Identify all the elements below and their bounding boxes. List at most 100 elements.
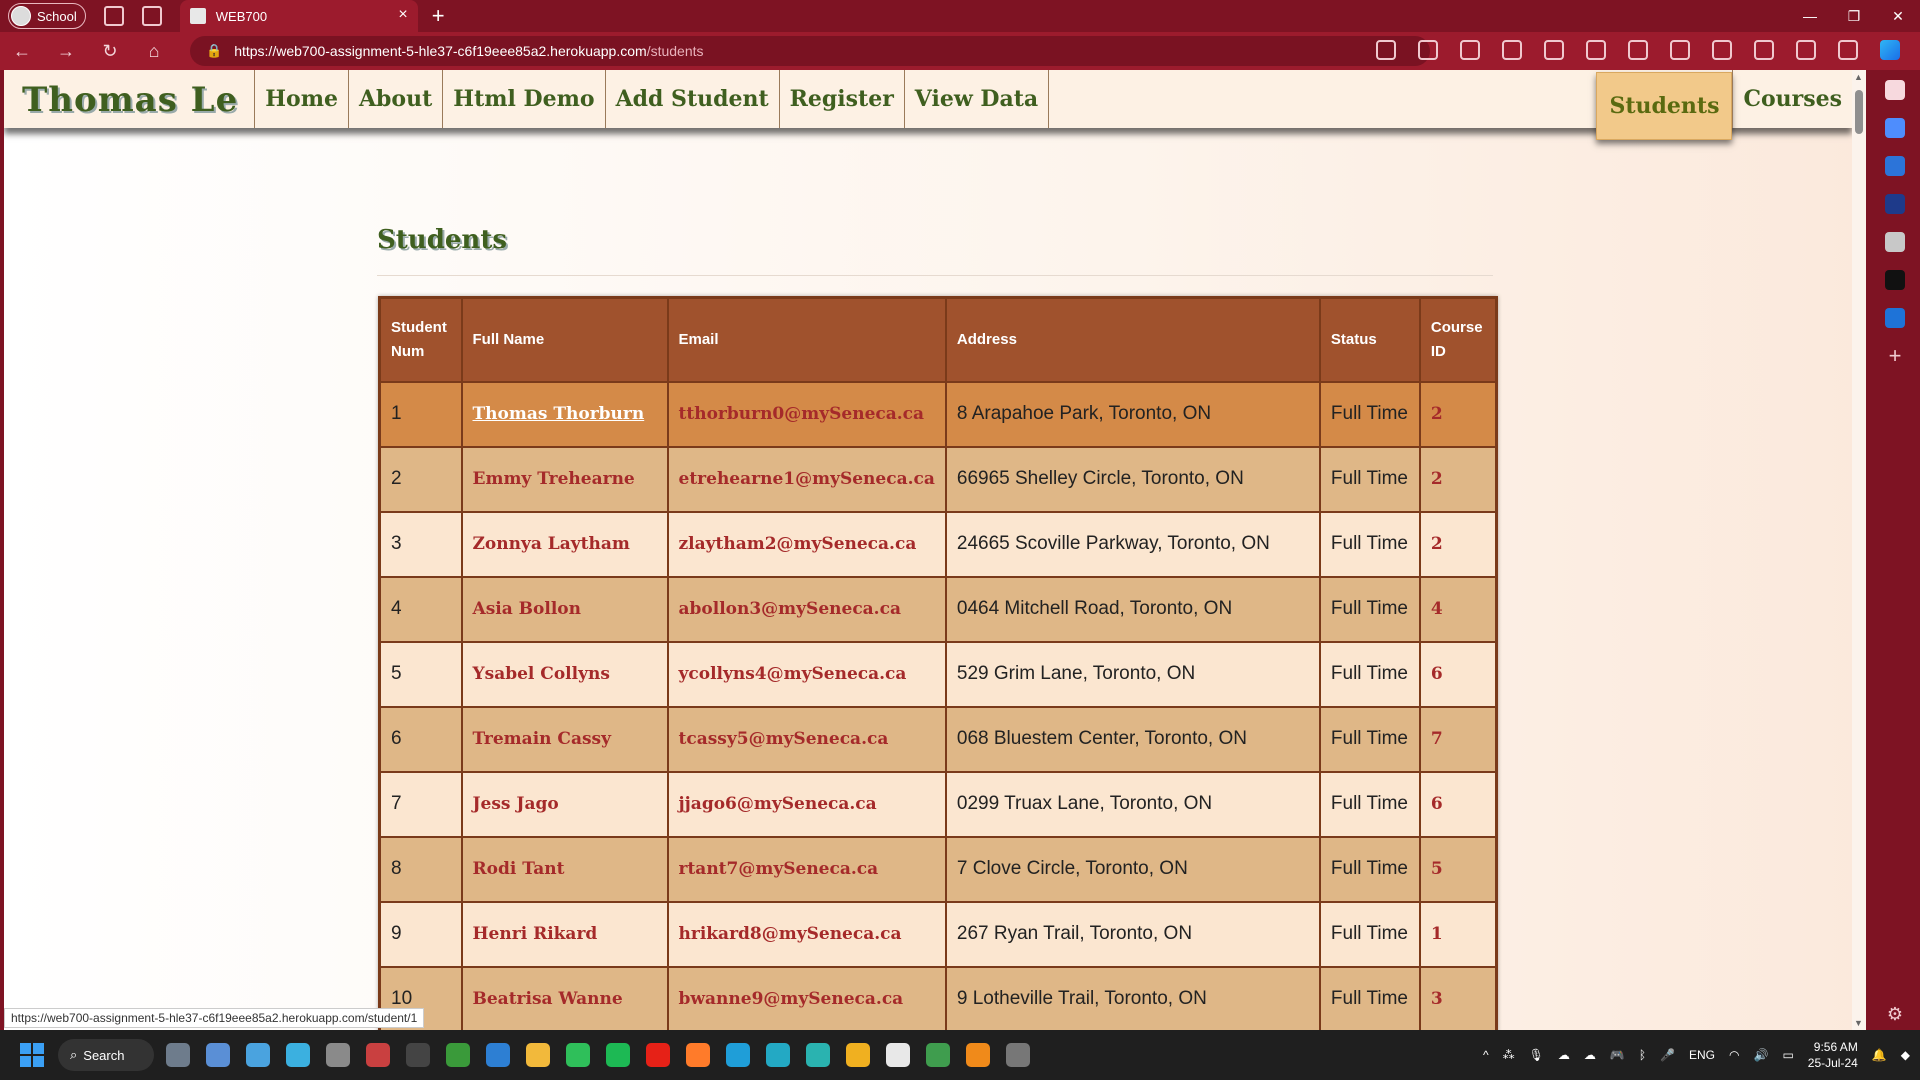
tray-bluetooth-icon[interactable]: ᛒ [1639,1048,1646,1062]
extensions-icon[interactable] [1502,40,1522,60]
home-icon[interactable]: ⌂ [132,41,176,62]
remote-desktop-app-icon[interactable] [246,1043,270,1067]
course-id-link[interactable]: 4 [1418,575,1498,643]
student-name-link[interactable]: Emmy Trehearne [460,445,669,513]
collections-icon[interactable] [1628,40,1648,60]
profile-button[interactable]: School [8,3,86,29]
edge-app-icon[interactable] [726,1043,750,1067]
scroll-thumb[interactable] [1855,90,1863,134]
scroll-down-icon[interactable]: ▼ [1854,1018,1863,1028]
windows-start-icon[interactable] [20,1043,44,1067]
student-email-link[interactable]: ycollyns4@mySeneca.ca [666,640,947,708]
tray-clock[interactable]: 9:56 AM 25-Jul-24 [1808,1039,1858,1071]
student-name-link[interactable]: Rodi Tant [460,835,669,903]
downloads-icon[interactable] [1712,40,1732,60]
chatgpt-app-icon[interactable] [886,1043,910,1067]
nav-courses[interactable]: Courses [1732,70,1852,128]
nav-add-student[interactable]: Add Student [606,70,780,128]
edge-beta-app-icon[interactable] [766,1043,790,1067]
vscode-app-icon[interactable] [486,1043,510,1067]
refresh-icon[interactable]: ↻ [88,41,132,62]
course-id-link[interactable]: 2 [1418,445,1498,513]
minimize-icon[interactable]: — [1788,8,1832,24]
task-manager-app-icon[interactable] [206,1043,230,1067]
notepad-app-icon[interactable] [446,1043,470,1067]
github-app-icon[interactable] [1006,1043,1030,1067]
student-email-link[interactable]: abollon3@mySeneca.ca [666,575,947,643]
restore-icon[interactable]: ❐ [1832,8,1876,25]
calculator-app-icon[interactable] [326,1043,350,1067]
tray-battery-icon[interactable]: ▭ [1782,1048,1793,1062]
nav-view-data[interactable]: View Data [905,70,1050,128]
tray-network-icon[interactable]: ⁂ [1503,1048,1515,1062]
course-id-link[interactable]: 2 [1418,380,1498,448]
course-id-link[interactable]: 3 [1418,965,1498,1030]
back-icon[interactable]: ← [0,41,44,62]
student-email-link[interactable]: tcassy5@mySeneca.ca [666,705,947,773]
spotify-app-icon[interactable] [606,1043,630,1067]
student-name-link[interactable]: Henri Rikard [460,900,669,968]
course-id-link[interactable]: 6 [1418,640,1498,708]
student-name-link[interactable]: Thomas Thorburn [460,380,669,448]
terminal-app-icon[interactable] [406,1043,430,1067]
workspaces-icon[interactable] [103,6,124,26]
extension-icon[interactable] [1460,40,1480,60]
student-email-link[interactable]: bwanne9@mySeneca.ca [666,965,947,1030]
course-id-link[interactable]: 7 [1418,705,1498,773]
student-email-link[interactable]: jjago6@mySeneca.ca [666,770,947,838]
snipping-app-icon[interactable] [366,1043,390,1067]
notes-app-icon[interactable] [966,1043,990,1067]
split-screen-icon[interactable] [1544,40,1564,60]
address-field[interactable]: 🔒 https://web700-assignment-5-hle37-c6f1… [190,36,1430,66]
new-tab-icon[interactable]: + [432,3,445,29]
site-brand[interactable]: Thomas Le [4,70,256,128]
sidebar-translate-icon[interactable] [1885,194,1905,214]
apps-icon[interactable] [1796,40,1816,60]
more-menu-icon[interactable] [1838,40,1858,60]
student-name-link[interactable]: Ysabel Collyns [460,640,669,708]
student-name-link[interactable]: Asia Bollon [460,575,669,643]
tray-wifi-icon[interactable]: ◠ [1729,1048,1739,1062]
tray-mic2-icon[interactable]: 🎤 [1660,1048,1675,1062]
student-email-link[interactable]: etrehearne1@mySeneca.ca [666,445,947,513]
student-name-link[interactable]: Tremain Cassy [460,705,669,773]
course-id-link[interactable]: 2 [1418,510,1498,578]
notification-bell-icon[interactable]: 🔔 [1872,1048,1887,1062]
student-email-link[interactable]: rtant7@mySeneca.ca [666,835,947,903]
student-email-link[interactable]: hrikard8@mySeneca.ca [666,900,947,968]
browser-essentials-icon[interactable] [1754,40,1774,60]
android-app-icon[interactable] [926,1043,950,1067]
copilot-taskbar-icon[interactable]: ◆ [1901,1048,1910,1062]
tray-volume-icon[interactable]: 🔊 [1753,1048,1768,1062]
sidebar-search-icon[interactable] [1885,80,1905,100]
charts-app-icon[interactable] [846,1043,870,1067]
tray-chevron-icon[interactable]: ^ [1483,1048,1489,1062]
student-name-link[interactable]: Beatrisa Wanne [460,965,669,1030]
nav-about[interactable]: About [349,70,444,128]
nav-home[interactable]: Home [255,70,349,128]
sidebar-chatgpt-icon[interactable] [1885,270,1905,290]
page-scrollbar[interactable]: ▲ ▼ [1852,70,1866,1030]
tray-onedrive2-icon[interactable]: ☁ [1584,1048,1596,1062]
tray-onedrive-icon[interactable]: ☁ [1558,1048,1570,1062]
favorites-icon[interactable] [1586,40,1606,60]
firefox-app-icon[interactable] [686,1043,710,1067]
whatsapp-app-icon[interactable] [566,1043,590,1067]
course-id-link[interactable]: 6 [1418,770,1498,838]
tab-actions-icon[interactable] [141,6,162,26]
student-email-link[interactable]: zlaytham2@mySeneca.ca [666,510,947,578]
edge-dev-app-icon[interactable] [286,1043,310,1067]
tray-gamepad-icon[interactable]: 🎮 [1610,1048,1625,1062]
lock-icon[interactable]: 🔒 [206,43,222,59]
scroll-up-icon[interactable]: ▲ [1854,72,1863,82]
read-aloud-icon[interactable] [1376,40,1396,60]
taskbar-search[interactable]: ⌕ Search [58,1039,154,1071]
close-tab-icon[interactable]: × [398,6,407,24]
favorite-star-icon[interactable] [1418,40,1438,60]
history-icon[interactable] [1670,40,1690,60]
tab-web700[interactable]: WEB700 × [179,0,418,32]
tray-language[interactable]: ENG [1689,1048,1715,1062]
sidebar-outlook-icon[interactable] [1885,156,1905,176]
close-window-icon[interactable]: ✕ [1876,8,1920,25]
nav-html-demo[interactable]: Html Demo [443,70,606,128]
